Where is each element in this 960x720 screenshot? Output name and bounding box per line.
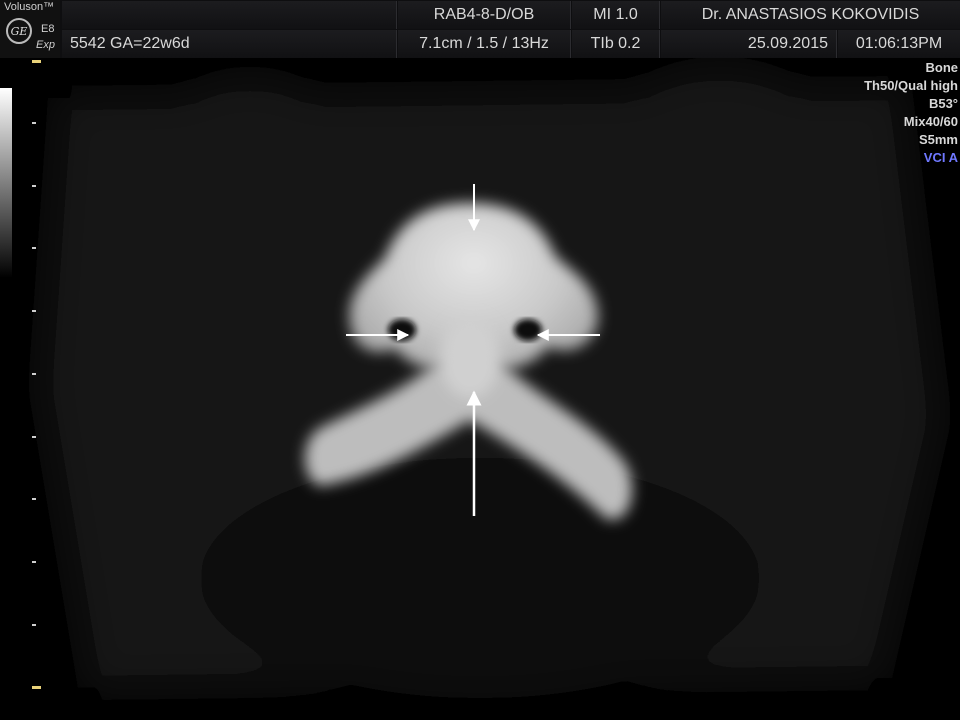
header-bar: Voluson™ GE E8 Exp RAB4-8-D/OB MI 1.0 Dr… bbox=[0, 0, 960, 58]
setting-threshold-quality: Th50/Qual high bbox=[864, 78, 958, 93]
scale-tick bbox=[32, 498, 36, 500]
scale-tick bbox=[32, 686, 41, 689]
setting-angle: B53° bbox=[928, 96, 958, 111]
time-label: 01:06:13PM bbox=[838, 30, 960, 58]
scale-tick bbox=[32, 185, 36, 187]
scale-tick bbox=[32, 247, 36, 249]
depth-settings-label: 7.1cm / 1.5 / 13Hz bbox=[398, 30, 571, 58]
tib-label: TIb 0.2 bbox=[572, 30, 660, 58]
mi-label: MI 1.0 bbox=[572, 1, 660, 29]
settings-panel: Bone Th50/Qual high B53° Mix40/60 S5mm V… bbox=[864, 59, 958, 167]
patient-ga-label: 5542 GA=22w6d bbox=[62, 30, 397, 58]
logo-model: E8 bbox=[41, 23, 55, 35]
scale-tick bbox=[32, 122, 36, 124]
scale-tick bbox=[32, 60, 41, 63]
voluson-logo: Voluson™ GE E8 Exp bbox=[0, 0, 60, 58]
scale-tick bbox=[32, 436, 36, 438]
setting-vci: VCI A bbox=[923, 150, 958, 165]
scale-tick bbox=[32, 373, 36, 375]
logo-edition: Exp bbox=[36, 39, 55, 51]
setting-render-mode: Bone bbox=[925, 60, 959, 75]
scale-tick bbox=[32, 310, 36, 312]
operator-label: Dr. ANASTASIOS KOKOVIDIS bbox=[661, 1, 960, 29]
scale-tick bbox=[32, 561, 36, 563]
scale-tick bbox=[32, 624, 36, 626]
date-label: 25.09.2015 bbox=[661, 30, 837, 58]
probe-label: RAB4-8-D/OB bbox=[398, 1, 571, 29]
setting-mix: Mix40/60 bbox=[903, 114, 958, 129]
header-blank-cell bbox=[62, 1, 397, 29]
logo-brand: Voluson™ bbox=[4, 1, 55, 13]
ultrasound-3d-image bbox=[0, 58, 960, 720]
setting-slice: S5mm bbox=[918, 132, 958, 147]
ge-logo-icon: GE bbox=[6, 18, 32, 44]
grayscale-bar bbox=[0, 88, 12, 278]
